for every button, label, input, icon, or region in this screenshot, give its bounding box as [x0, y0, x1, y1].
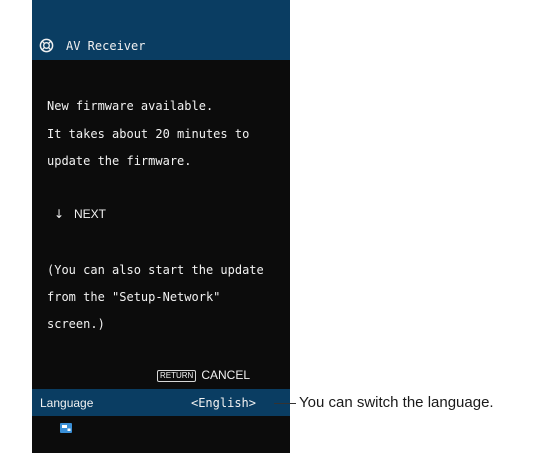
screen-header: AV Receiver	[32, 0, 290, 60]
language-value[interactable]: <English>	[191, 395, 256, 411]
next-button[interactable]: ↓ NEXT	[54, 206, 106, 222]
next-label: NEXT	[74, 207, 107, 221]
return-key-icon: RETURN	[156, 370, 197, 382]
language-selector[interactable]: Language <English>	[32, 389, 290, 416]
cancel-label: CANCEL	[201, 368, 250, 382]
screen-title: AV Receiver	[66, 39, 146, 53]
down-arrow-icon: ↓	[54, 207, 65, 221]
note-line-1: (You can also start the update	[47, 263, 264, 277]
firmware-message-line-3: update the firmware.	[47, 154, 192, 168]
firmware-message-line-1: New firmware available.	[47, 99, 214, 113]
note-line-3: screen.)	[47, 317, 105, 331]
firmware-message-line-2: It takes about 20 minutes to	[47, 127, 250, 141]
receiver-screen: AV Receiver New firmware available. It t…	[32, 0, 290, 453]
note-line-2: from the "Setup-Network"	[47, 290, 221, 304]
network-globe-icon	[39, 38, 54, 53]
network-status-icon	[60, 423, 72, 433]
language-callout: You can switch the language.	[299, 394, 494, 411]
cancel-button[interactable]: RETURN CANCEL	[156, 367, 250, 383]
language-label: Language	[40, 396, 94, 410]
callout-leader-line	[274, 403, 296, 404]
